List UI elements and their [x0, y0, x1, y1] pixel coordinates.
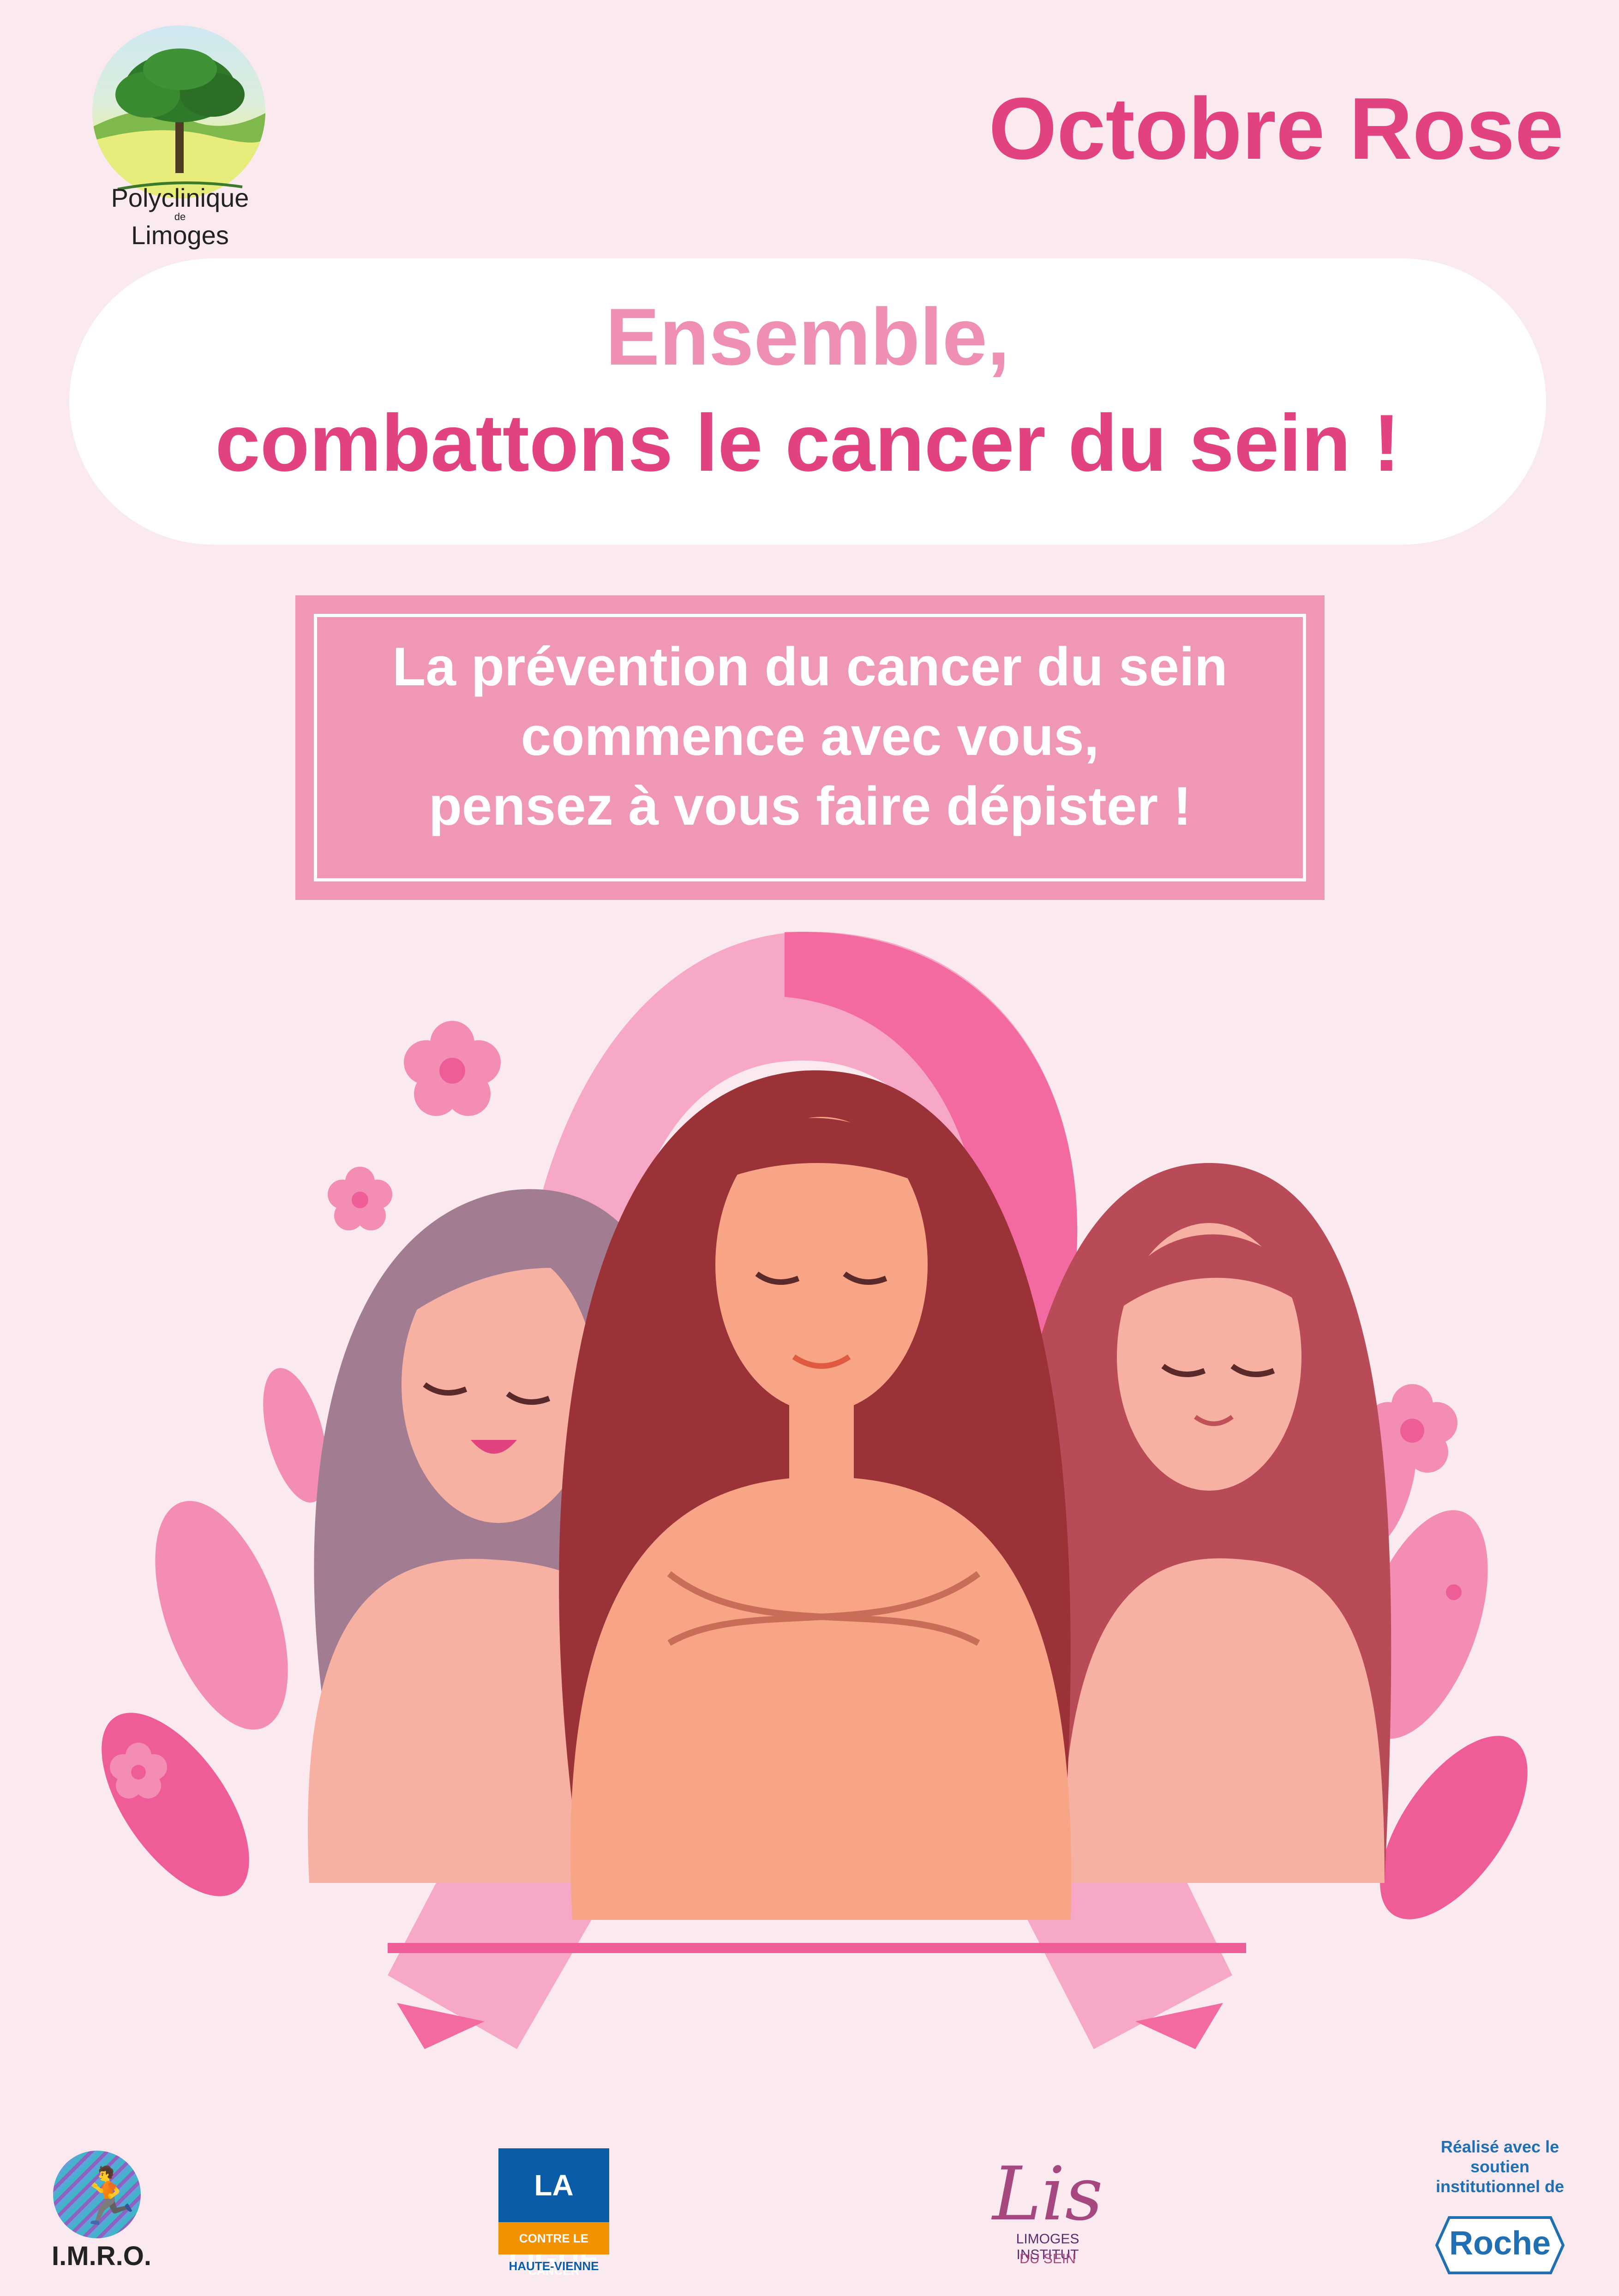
- roche-text-3: institutionnel de: [1436, 2177, 1564, 2196]
- logo-name-line2: Limoges: [131, 220, 229, 250]
- headline-banner: Ensemble, combattons le cancer du sein !: [69, 258, 1546, 545]
- roche-text-2: soutien: [1470, 2157, 1529, 2176]
- prevention-line2: commence avec vous,: [521, 706, 1099, 767]
- roche-support-text: Réalisé avec le soutien institutionnel d…: [1421, 2137, 1578, 2197]
- ligue-logo: LA LIGUE CONTRE LE CANCER HAUTE-VIENNE: [498, 2148, 609, 2282]
- ligue-bot: HAUTE-VIENNE: [509, 2259, 599, 2273]
- polyclinique-logo: Polyclinique de Limoges: [88, 25, 272, 256]
- headline-line2: combattons le cancer du sein !: [215, 398, 1400, 488]
- headline-line1: Ensemble,: [606, 292, 1010, 382]
- roche-logo: Réalisé avec le soutien institutionnel d…: [1421, 2137, 1578, 2280]
- prevention-box: La prévention du cancer du sein commence…: [295, 595, 1325, 900]
- prevention-text: La prévention du cancer du sein commence…: [295, 632, 1325, 841]
- women-ribbon-illustration: [102, 932, 1528, 2049]
- woman-center: [559, 1070, 1072, 1920]
- ligue-top: LA LIGUE: [498, 2148, 609, 2276]
- lis-glyph: Lis: [992, 2151, 1103, 2237]
- tree-icon: [92, 25, 265, 198]
- logo-name: Polyclinique de Limoges: [88, 183, 272, 250]
- ligue-mid: CONTRE LE CANCER: [498, 2222, 609, 2278]
- prevention-line3: pensez à vous faire dépister !: [428, 776, 1192, 837]
- roche-logo-text: Roche: [1449, 2225, 1551, 2262]
- roche-text-1: Réalisé avec le: [1440, 2137, 1559, 2156]
- lis-logo: Lis LIMOGES INSTITUT DU SEIN: [983, 2151, 1112, 2280]
- prevention-line1: La prévention du cancer du sein: [392, 636, 1228, 697]
- logo-name-line1: Polyclinique: [111, 183, 249, 212]
- imro-logo: 🏃 I.M.R.O.: [46, 2151, 157, 2280]
- lis-line2: DU SEIN: [1019, 2251, 1076, 2266]
- campaign-title: Octobre Rose: [989, 80, 1564, 178]
- imro-label: I.M.R.O.: [52, 2241, 151, 2271]
- runner-icon: 🏃: [74, 2165, 143, 2227]
